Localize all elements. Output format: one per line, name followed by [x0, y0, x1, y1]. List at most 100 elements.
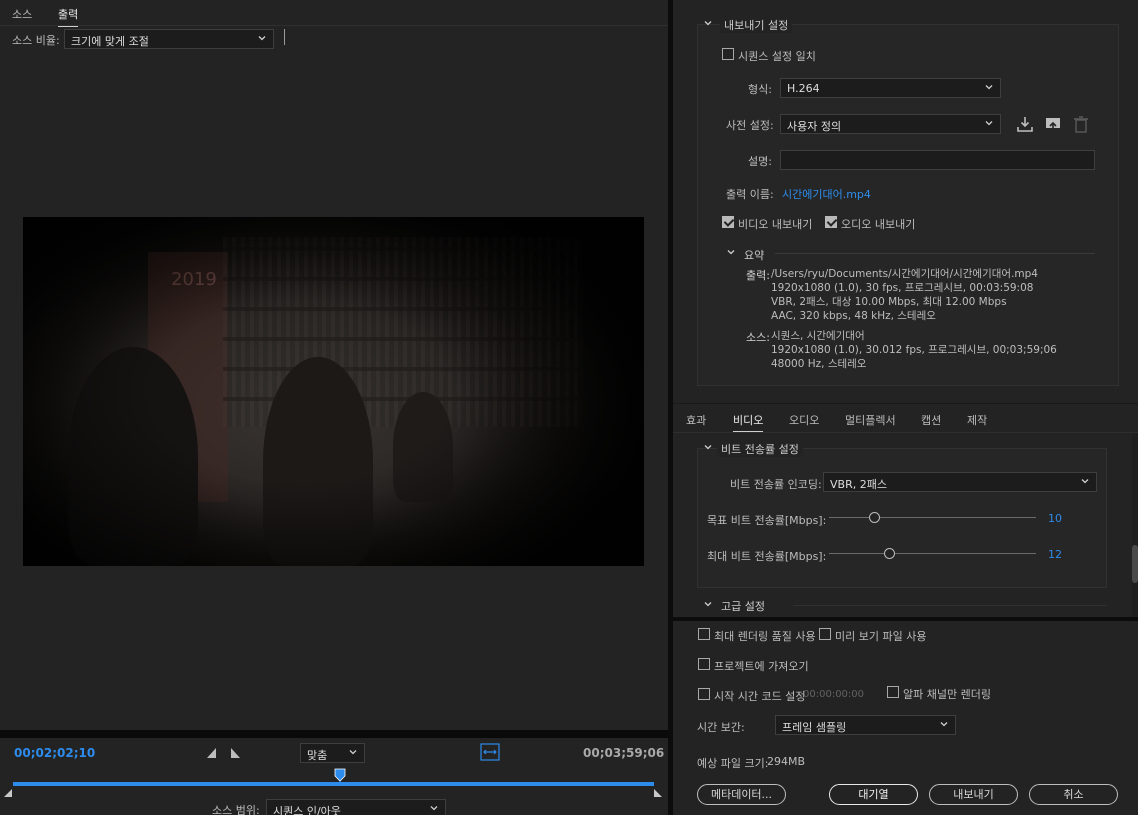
preset-dropdown[interactable]: 사용자 정의 — [780, 114, 1001, 134]
chevron-down-icon — [258, 36, 266, 41]
preset-label: 사전 설정: — [726, 119, 774, 132]
time-interpolation-label: 시간 보간: — [697, 721, 745, 734]
output-name-label: 출력 이름: — [726, 188, 774, 201]
start-timecode-value: 00:00:00:00 — [803, 689, 865, 700]
tab-video[interactable]: 비디오 — [733, 412, 764, 433]
zoom-value: 맞춤 — [307, 749, 328, 762]
settings-scrollbar-thumb[interactable] — [1132, 545, 1138, 583]
export-settings-panel: 내보내기 설정 시퀀스 설정 일치 형식: H.264 사전 설정: 사용자 정… — [673, 0, 1138, 815]
options-divider — [673, 617, 1138, 621]
chevron-down-icon[interactable] — [703, 599, 713, 609]
chevron-down-icon — [1081, 479, 1089, 484]
format-dropdown[interactable]: H.264 — [780, 78, 1001, 98]
max-bitrate-slider[interactable] — [829, 553, 1036, 554]
preset-value: 사용자 정의 — [787, 120, 842, 133]
summary-output-audio: AAC, 320 kbps, 48 kHz, 스테레오 — [771, 310, 936, 322]
queue-button[interactable]: 대기열 — [829, 784, 918, 805]
export-audio-checkbox[interactable] — [825, 216, 837, 228]
duration-timecode: 00;03;59;06 — [583, 746, 665, 760]
save-preset-icon[interactable] — [1016, 115, 1034, 133]
tab-source[interactable]: 소스 — [12, 6, 32, 22]
format-value: H.264 — [787, 82, 820, 95]
out-handle-icon[interactable] — [653, 788, 663, 798]
source-scaling-dropdown[interactable]: 크기에 맞게 조절 — [64, 29, 274, 49]
tab-captions[interactable]: 캡션 — [921, 412, 941, 428]
import-into-project-label: 프로젝트에 가져오기 — [714, 660, 809, 673]
tab-publish[interactable]: 제작 — [967, 412, 987, 428]
export-audio-label: 오디오 내보내기 — [841, 218, 916, 231]
set-out-point-icon[interactable] — [229, 747, 241, 759]
render-alpha-only-checkbox[interactable] — [887, 686, 899, 698]
render-alpha-only-label: 알파 채널만 렌더링 — [903, 688, 991, 701]
tab-audio[interactable]: 오디오 — [789, 412, 819, 428]
source-range-value: 시퀀스 인/아웃 — [273, 805, 341, 815]
in-handle-icon[interactable] — [3, 788, 13, 798]
zoom-dropdown[interactable]: 맞춤 — [300, 743, 365, 763]
start-timecode-checkbox[interactable] — [698, 688, 710, 700]
summary-source-video: 1920x1080 (1.0), 30.012 fps, 프로그레시브, 00;… — [771, 344, 1057, 356]
format-label: 형식: — [748, 83, 772, 96]
match-sequence-checkbox[interactable] — [722, 48, 734, 60]
toolbar-divider — [284, 29, 285, 45]
time-interpolation-dropdown[interactable]: 프레임 샘플링 — [775, 715, 956, 735]
source-range-dropdown[interactable]: 시퀀스 인/아웃 — [266, 799, 446, 815]
advanced-divider — [793, 605, 1107, 606]
max-render-quality-label: 최대 렌더링 품질 사용 — [714, 630, 816, 643]
estimated-size-value: 294MB — [767, 755, 806, 768]
summary-output-video: 1920x1080 (1.0), 30 fps, 프로그레시브, 00:03:5… — [771, 282, 1034, 294]
advanced-settings-title: 고급 설정 — [717, 598, 769, 614]
summary-source-audio: 48000 Hz, 스테레오 — [771, 358, 867, 370]
estimated-size-label: 예상 파일 크기: — [697, 757, 769, 770]
summary-source-label: 소스: — [746, 331, 770, 344]
use-previews-checkbox[interactable] — [819, 628, 831, 640]
cancel-button[interactable]: 취소 — [1029, 784, 1118, 805]
max-bitrate-value[interactable]: 12 — [1048, 548, 1062, 561]
start-timecode-label: 시작 시간 코드 설정 — [714, 690, 806, 703]
settings-scrollbar[interactable] — [1132, 433, 1138, 617]
delete-preset-icon[interactable] — [1073, 115, 1089, 133]
target-bitrate-value[interactable]: 10 — [1048, 512, 1062, 525]
vignette — [23, 217, 644, 566]
target-bitrate-label: 목표 비트 전송률[Mbps]: — [707, 514, 827, 527]
source-scaling-label: 소스 비율: — [12, 34, 60, 47]
import-into-project-checkbox[interactable] — [698, 658, 710, 670]
tab-effects[interactable]: 효과 — [686, 412, 706, 428]
bitrate-settings-title: 비트 전송률 설정 — [717, 441, 803, 457]
preview-panel: 소스 출력 소스 비율: 크기에 맞게 조절 2019 00;02;02;10 … — [0, 0, 668, 815]
export-settings-title: 내보내기 설정 — [720, 17, 793, 33]
target-bitrate-slider[interactable] — [829, 517, 1036, 518]
chevron-down-icon — [985, 85, 993, 90]
target-bitrate-slider-knob[interactable] — [868, 512, 880, 523]
chevron-down-icon — [985, 121, 993, 126]
summary-source-lines: 시퀀스, 시간에기대어 1920x1080 (1.0), 30.012 fps,… — [771, 329, 1057, 371]
max-render-quality-checkbox[interactable] — [698, 628, 710, 640]
bitrate-encoding-dropdown[interactable]: VBR, 2패스 — [823, 472, 1097, 492]
import-preset-icon[interactable] — [1044, 115, 1062, 133]
timeline-controls: 00;02;02;10 맞춤 00;03;59;06 소스 범위: 시퀀스 인/… — [0, 735, 668, 815]
match-sequence-label: 시퀀스 설정 일치 — [738, 50, 816, 63]
max-bitrate-slider-knob[interactable] — [883, 548, 895, 559]
metadata-button[interactable]: 메타데이터... — [697, 784, 786, 805]
chevron-down-icon — [430, 806, 438, 811]
aspect-ratio-icon[interactable] — [480, 743, 500, 761]
chevron-down-icon[interactable] — [726, 247, 736, 257]
tab-output[interactable]: 출력 — [58, 6, 79, 27]
tab-divider — [0, 25, 668, 26]
chevron-down-icon[interactable] — [703, 18, 713, 28]
comments-input[interactable] — [780, 150, 1095, 170]
export-video-checkbox[interactable] — [722, 216, 734, 228]
max-bitrate-label: 최대 비트 전송률[Mbps]: — [707, 550, 827, 563]
comments-label: 설명: — [748, 155, 772, 168]
current-timecode[interactable]: 00;02;02;10 — [14, 746, 95, 760]
playhead[interactable] — [334, 768, 346, 784]
chevron-down-icon — [349, 750, 357, 755]
chevron-down-icon[interactable] — [703, 442, 713, 452]
summary-output-label: 출력: — [746, 269, 770, 282]
output-name-link[interactable]: 시간에기대어.mp4 — [782, 186, 871, 202]
export-button[interactable]: 내보내기 — [929, 784, 1018, 805]
set-in-point-icon[interactable] — [206, 747, 218, 759]
time-interpolation-value: 프레임 샘플링 — [782, 721, 847, 734]
summary-output-path: /Users/ryu/Documents/시간에기대어/시간에기대어.mp4 — [771, 268, 1038, 280]
tab-multiplexer[interactable]: 멀티플렉서 — [845, 412, 896, 428]
summary-output-bitrate: VBR, 2패스, 대상 10.00 Mbps, 최대 12.00 Mbps — [771, 296, 1007, 308]
